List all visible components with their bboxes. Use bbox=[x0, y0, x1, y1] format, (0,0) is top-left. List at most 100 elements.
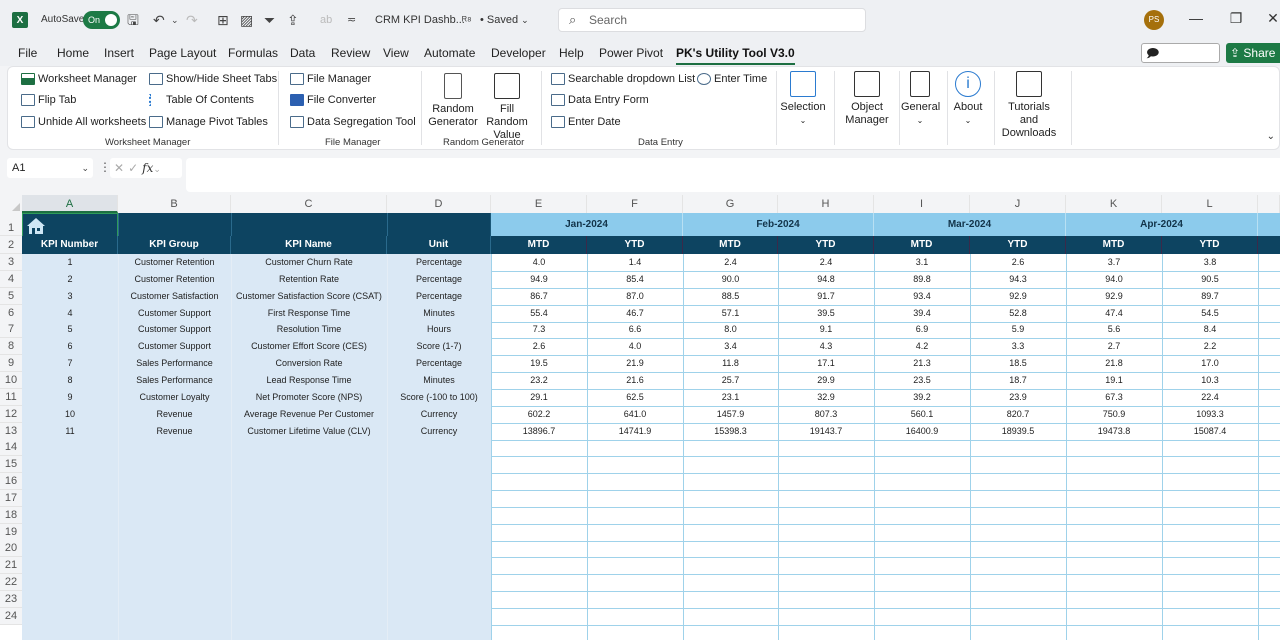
kpi-number-cell[interactable]: 11 bbox=[22, 423, 118, 440]
kpi-group-cell[interactable]: Sales Performance bbox=[118, 372, 231, 389]
value-cell[interactable]: 820.7 bbox=[970, 406, 1066, 423]
value-cell[interactable]: 641.0 bbox=[587, 406, 683, 423]
value-cell[interactable]: 29.1 bbox=[491, 389, 587, 406]
row-header-7[interactable]: 7 bbox=[0, 321, 22, 338]
row-header-24[interactable]: 24 bbox=[0, 608, 22, 625]
value-cell[interactable]: 2.4 bbox=[683, 254, 778, 271]
month-header[interactable]: Mar-2024 bbox=[874, 213, 1066, 236]
unit-cell[interactable]: Minutes bbox=[387, 305, 491, 322]
tab-insert[interactable]: Insert bbox=[104, 46, 134, 60]
row-header-23[interactable]: 23 bbox=[0, 591, 22, 608]
data-segregation-tool-button[interactable]: Data Segregation Tool bbox=[290, 116, 416, 128]
row-header-10[interactable]: 10 bbox=[0, 372, 22, 389]
column-header-a[interactable]: A bbox=[22, 195, 118, 213]
value-cell[interactable]: 92.9 bbox=[1066, 288, 1162, 305]
sub-header-mtd[interactable]: MTD bbox=[683, 236, 778, 254]
value-cell[interactable]: 13896.7 bbox=[491, 423, 587, 440]
kpi-group-cell[interactable]: Customer Support bbox=[118, 338, 231, 355]
kpi-name-cell[interactable]: Lead Response Time bbox=[231, 372, 387, 389]
kpi-name-cell[interactable]: First Response Time bbox=[231, 305, 387, 322]
value-cell[interactable]: 85.4 bbox=[587, 271, 683, 288]
value-cell[interactable]: 6.9 bbox=[874, 321, 970, 338]
kpi-name-cell[interactable]: Customer Lifetime Value (CLV) bbox=[231, 423, 387, 440]
value-cell[interactable]: 21.6 bbox=[587, 372, 683, 389]
unhide-all-worksheets-button[interactable]: Unhide All worksheets bbox=[21, 116, 146, 128]
value-cell[interactable]: 18.5 bbox=[970, 355, 1066, 372]
row-header-8[interactable]: 8 bbox=[0, 338, 22, 355]
avatar[interactable]: PS bbox=[1144, 10, 1164, 30]
month-header[interactable]: Jan-2024 bbox=[491, 213, 683, 236]
enter-time-button[interactable]: Enter Time bbox=[697, 73, 767, 85]
row-header-20[interactable]: 20 bbox=[0, 540, 22, 557]
tab-page-layout[interactable]: Page Layout bbox=[149, 46, 216, 60]
kpi-group-cell[interactable]: Customer Retention bbox=[118, 271, 231, 288]
row-header-13[interactable]: 13 bbox=[0, 423, 22, 440]
unit-cell[interactable]: Currency bbox=[387, 406, 491, 423]
home-icon[interactable] bbox=[26, 217, 46, 235]
month-header[interactable]: Feb-2024 bbox=[683, 213, 874, 236]
value-cell[interactable]: 87.0 bbox=[587, 288, 683, 305]
tab-developer[interactable]: Developer bbox=[491, 46, 546, 60]
unit-cell[interactable]: Hours bbox=[387, 321, 491, 338]
row-header-11[interactable]: 11 bbox=[0, 389, 22, 406]
row-header-17[interactable]: 17 bbox=[0, 490, 22, 507]
value-cell[interactable]: 19473.8 bbox=[1066, 423, 1162, 440]
column-title[interactable]: KPI Name bbox=[231, 236, 387, 254]
value-cell[interactable]: 18939.5 bbox=[970, 423, 1066, 440]
value-cell[interactable]: 3.3 bbox=[970, 338, 1066, 355]
restore-button[interactable]: ❐ bbox=[1226, 10, 1246, 27]
sub-header-mtd[interactable]: MTD bbox=[874, 236, 970, 254]
kpi-name-cell[interactable]: Net Promoter Score (NPS) bbox=[231, 389, 387, 406]
value-cell[interactable]: 19.1 bbox=[1066, 372, 1162, 389]
value-cell[interactable]: 94.9 bbox=[491, 271, 587, 288]
tab-file[interactable]: File bbox=[18, 46, 37, 60]
unit-cell[interactable]: Percentage bbox=[387, 254, 491, 271]
value-cell[interactable]: 23.9 bbox=[970, 389, 1066, 406]
value-cell[interactable]: 560.1 bbox=[874, 406, 970, 423]
row-header-19[interactable]: 19 bbox=[0, 524, 22, 541]
value-cell[interactable]: 602.2 bbox=[491, 406, 587, 423]
column-header-h[interactable]: H bbox=[778, 195, 874, 213]
sub-header-mtd[interactable]: MTD bbox=[1066, 236, 1162, 254]
column-title[interactable]: KPI Group bbox=[118, 236, 231, 254]
kpi-group-cell[interactable]: Customer Satisfaction bbox=[118, 288, 231, 305]
value-cell[interactable]: 2.6 bbox=[491, 338, 587, 355]
file-converter-button[interactable]: File Converter bbox=[290, 94, 376, 106]
enter-date-button[interactable]: Enter Date bbox=[551, 116, 621, 128]
general-button[interactable]: General ⌄ bbox=[901, 71, 940, 127]
sub-header-ytd[interactable]: YTD bbox=[778, 236, 874, 254]
row-header-1[interactable]: 1 bbox=[0, 213, 22, 236]
object-manager-button[interactable]: Object Manager bbox=[838, 71, 896, 127]
value-cell[interactable]: 17.0 bbox=[1162, 355, 1258, 372]
row-header-18[interactable]: 18 bbox=[0, 507, 22, 524]
sub-header-ytd[interactable]: YTD bbox=[970, 236, 1066, 254]
value-cell[interactable]: 11.8 bbox=[683, 355, 778, 372]
value-cell[interactable]: 8.0 bbox=[683, 321, 778, 338]
tab-formulas[interactable]: Formulas bbox=[228, 46, 278, 60]
kpi-group-cell[interactable]: Customer Retention bbox=[118, 254, 231, 271]
value-cell[interactable]: 17.1 bbox=[778, 355, 874, 372]
worksheet-manager-button[interactable]: Worksheet Manager bbox=[21, 73, 137, 85]
unit-cell[interactable]: Minutes bbox=[387, 372, 491, 389]
spelling-icon[interactable]: ab bbox=[320, 11, 332, 29]
kpi-name-cell[interactable]: Customer Effort Score (CES) bbox=[231, 338, 387, 355]
kpi-number-cell[interactable]: 4 bbox=[22, 305, 118, 322]
value-cell[interactable]: 21.3 bbox=[874, 355, 970, 372]
borders-icon[interactable]: ⊞ bbox=[217, 11, 229, 29]
kpi-name-cell[interactable]: Customer Churn Rate bbox=[231, 254, 387, 271]
about-button[interactable]: i About ⌄ bbox=[949, 71, 987, 127]
tab-data[interactable]: Data bbox=[290, 46, 315, 60]
row-header-4[interactable]: 4 bbox=[0, 271, 22, 288]
name-box[interactable]: A1 ⌄ bbox=[7, 158, 93, 178]
column-title[interactable]: KPI Number bbox=[22, 236, 118, 254]
row-header-6[interactable]: 6 bbox=[0, 305, 22, 322]
sub-header-ytd[interactable]: YTD bbox=[1162, 236, 1258, 254]
close-button[interactable]: ✕ bbox=[1263, 10, 1280, 27]
value-cell[interactable]: 23.5 bbox=[874, 372, 970, 389]
value-cell[interactable]: 23.1 bbox=[683, 389, 778, 406]
kpi-number-cell[interactable]: 8 bbox=[22, 372, 118, 389]
value-cell[interactable]: 2.7 bbox=[1066, 338, 1162, 355]
value-cell[interactable]: 90.0 bbox=[683, 271, 778, 288]
searchable-dropdown-list-button[interactable]: Searchable dropdown List bbox=[551, 73, 695, 85]
kpi-name-cell[interactable]: Conversion Rate bbox=[231, 355, 387, 372]
